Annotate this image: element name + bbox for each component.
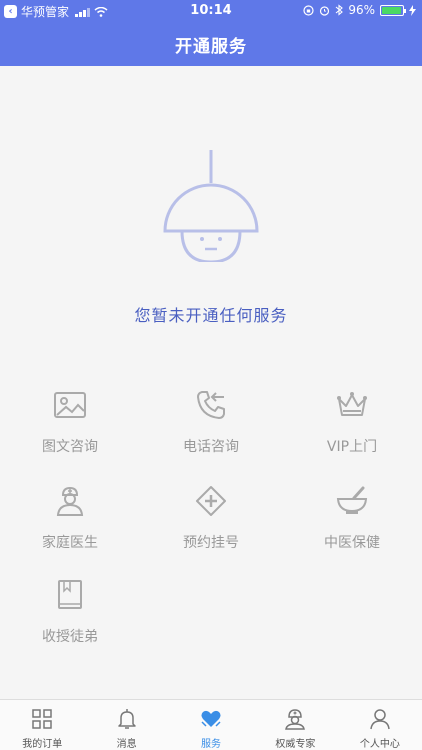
bell-icon — [117, 709, 136, 729]
tab-my-orders[interactable]: 我的订单 — [0, 700, 84, 750]
mortar-icon — [336, 486, 368, 514]
service-apprentice[interactable]: 收授徒弟 — [0, 578, 140, 658]
service-label: 家庭医生 — [42, 535, 98, 551]
battery-percent: 96% — [348, 3, 375, 17]
empty-state-message: 您暂未开通任何服务 — [134, 306, 288, 325]
bottom-tab-bar: 我的订单 消息 服务 权威专家 个人中心 — [0, 699, 422, 750]
tab-profile[interactable]: 个人中心 — [338, 700, 422, 750]
heart-icon — [201, 710, 221, 727]
service-vip-visit[interactable]: VIP上门 — [282, 388, 422, 468]
crown-icon — [337, 392, 367, 416]
service-label: 电话咨询 — [183, 439, 239, 455]
battery-icon — [380, 4, 406, 16]
bluetooth-icon — [335, 4, 344, 16]
app-header: ‹ 华预管家 10:14 96% 开通服务 — [0, 0, 422, 66]
page-title: 开通服务 — [175, 37, 247, 57]
orientation-lock-icon — [303, 4, 314, 16]
expert-icon — [285, 709, 306, 730]
tab-label: 消息 — [116, 739, 137, 750]
service-label: 中医保健 — [324, 535, 380, 551]
status-bar: ‹ 华预管家 10:14 96% — [0, 0, 422, 22]
charging-icon — [409, 4, 416, 16]
tab-messages[interactable]: 消息 — [84, 700, 168, 750]
service-label: 预约挂号 — [183, 535, 239, 551]
tab-label: 个人中心 — [359, 739, 400, 750]
service-family-doctor[interactable]: 家庭医生 — [0, 484, 140, 564]
tab-label: 服务 — [201, 739, 222, 750]
alarm-icon — [320, 5, 330, 16]
phone-icon — [197, 391, 225, 419]
service-tcm-care[interactable]: 中医保健 — [282, 484, 422, 564]
image-icon — [54, 392, 86, 418]
book-icon — [58, 580, 82, 609]
service-label: VIP上门 — [326, 439, 378, 455]
tab-services[interactable]: 服务 — [169, 700, 253, 750]
service-appointment[interactable]: 预约挂号 — [141, 484, 281, 564]
person-icon — [370, 709, 390, 730]
service-phone-consult[interactable]: 电话咨询 — [141, 388, 281, 468]
lamp-illustration-icon — [163, 150, 259, 262]
tab-label: 权威专家 — [275, 739, 316, 750]
service-label: 收授徒弟 — [42, 629, 98, 645]
grid-icon — [32, 709, 52, 729]
tab-experts[interactable]: 权威专家 — [253, 700, 337, 750]
service-label: 图文咨询 — [42, 439, 98, 455]
plus-diamond-icon — [196, 486, 226, 516]
tab-label: 我的订单 — [22, 739, 63, 750]
status-right: 96% — [303, 3, 416, 17]
service-image-consult[interactable]: 图文咨询 — [0, 388, 140, 468]
doctor-icon — [56, 486, 84, 516]
